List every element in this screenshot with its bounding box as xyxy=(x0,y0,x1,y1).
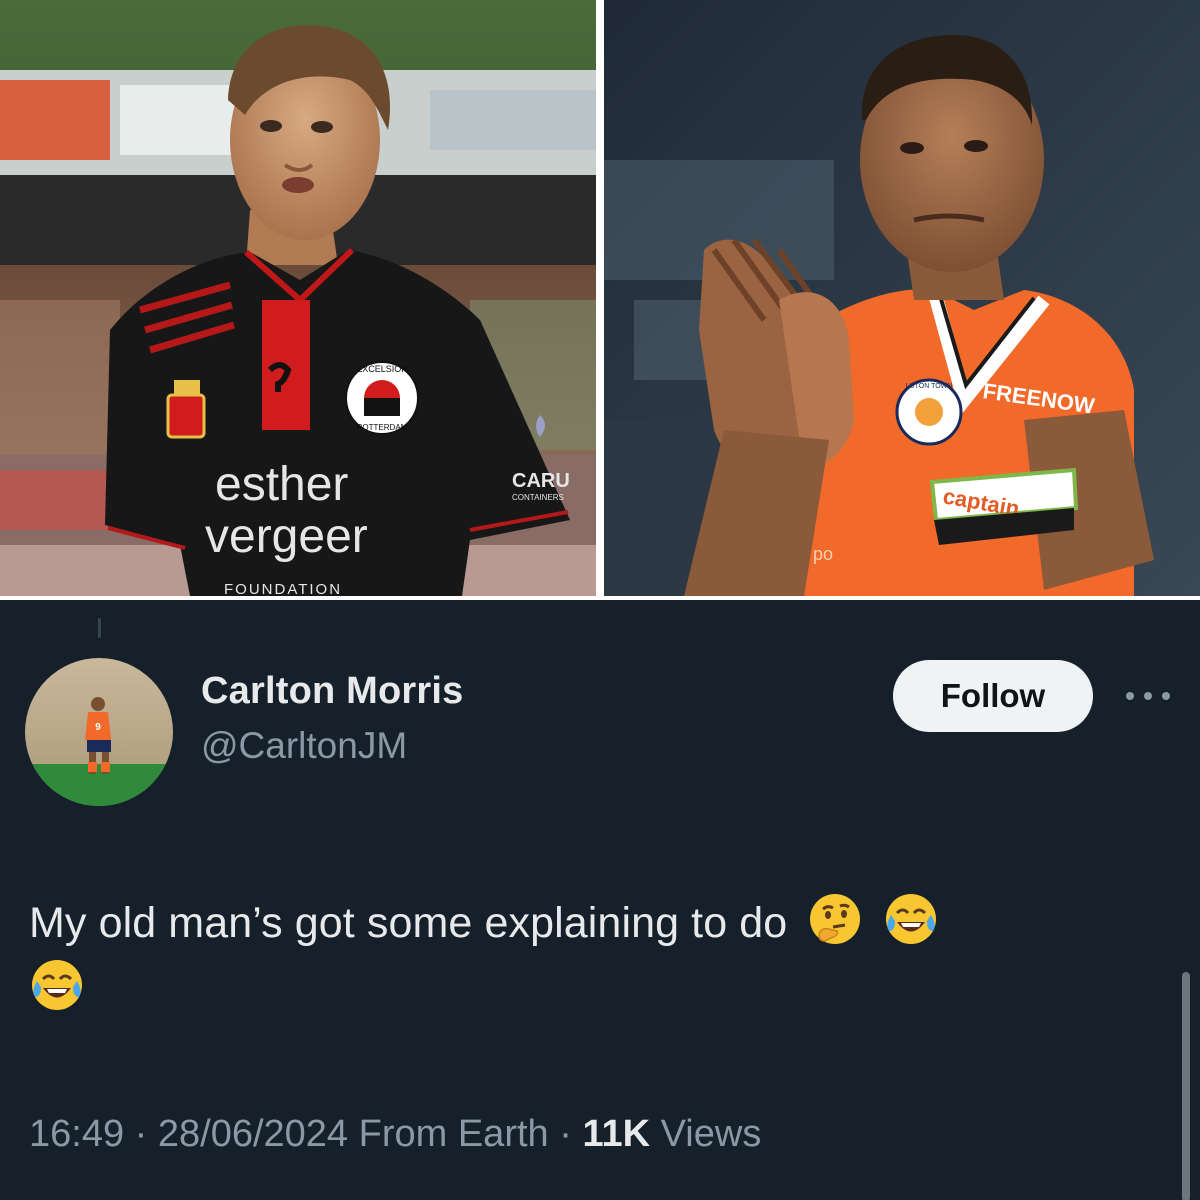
left-sponsor-line2: vergeer xyxy=(205,510,368,563)
author-block[interactable]: Carlton Morris @CarltonJM xyxy=(201,670,464,767)
views-count[interactable]: 11K xyxy=(582,1113,650,1155)
thinking-face-icon xyxy=(807,891,863,947)
tweet-date[interactable]: 28/06/2024 xyxy=(158,1113,348,1155)
follow-button[interactable]: Follow xyxy=(893,660,1093,732)
more-options-icon[interactable] xyxy=(1126,684,1170,708)
tears-of-joy-icon xyxy=(29,957,85,1013)
more-options-dot xyxy=(1144,692,1152,700)
photo-collage: EXCELSIOR ROTTERDAM esther vergeer FOUND… xyxy=(0,0,1200,600)
left-sleeve-sponsor-line1: CARU xyxy=(512,470,570,492)
tweet-text-body: My old man’s got some explaining to do xyxy=(29,899,788,947)
thread-connector-line xyxy=(98,618,101,638)
avatar[interactable]: 9 xyxy=(25,658,173,806)
more-options-dot xyxy=(1126,692,1134,700)
avatar-image: 9 xyxy=(25,658,173,806)
tweet-text: My old man’s got some explaining to do xyxy=(29,890,1169,1022)
meta-separator: · xyxy=(124,1113,158,1155)
tweet-location: From Earth xyxy=(358,1113,549,1155)
tweet-time[interactable]: 16:49 xyxy=(29,1113,124,1155)
author-display-name[interactable]: Carlton Morris xyxy=(201,670,464,713)
left-sponsor-line3: FOUNDATION xyxy=(224,581,342,596)
scrollbar[interactable] xyxy=(1182,972,1190,1200)
photo-left-image: EXCELSIOR ROTTERDAM esther vergeer FOUND… xyxy=(0,0,596,596)
photo-left-excelsior-player[interactable]: EXCELSIOR ROTTERDAM esther vergeer FOUND… xyxy=(0,0,596,596)
tweet-card: 9 Carlton Morris @CarltonJM Follow My ol… xyxy=(0,600,1200,1200)
tweet-meta: 16:49 · 28/06/2024 From Earth · 11K View… xyxy=(29,1113,761,1156)
photo-right-luton-player[interactable]: LUTON TOWN FREENOW tii with po captain xyxy=(604,0,1200,596)
left-club-badge-bottom: ROTTERDAM xyxy=(357,423,408,432)
meta-separator: · xyxy=(548,1113,583,1155)
tears-of-joy-icon xyxy=(883,891,939,947)
left-sponsor-line1: esther xyxy=(215,458,348,511)
more-options-dot xyxy=(1162,692,1170,700)
author-handle[interactable]: @CarltonJM xyxy=(201,725,464,767)
left-sleeve-sponsor-line2: CONTAINERS xyxy=(512,493,564,502)
views-label[interactable]: Views xyxy=(661,1113,762,1155)
svg-text:9: 9 xyxy=(95,722,101,733)
left-club-badge-top: EXCELSIOR xyxy=(356,364,408,374)
photo-right-image: LUTON TOWN FREENOW tii with po captain xyxy=(604,0,1200,596)
right-club-badge: LUTON TOWN xyxy=(906,383,953,390)
